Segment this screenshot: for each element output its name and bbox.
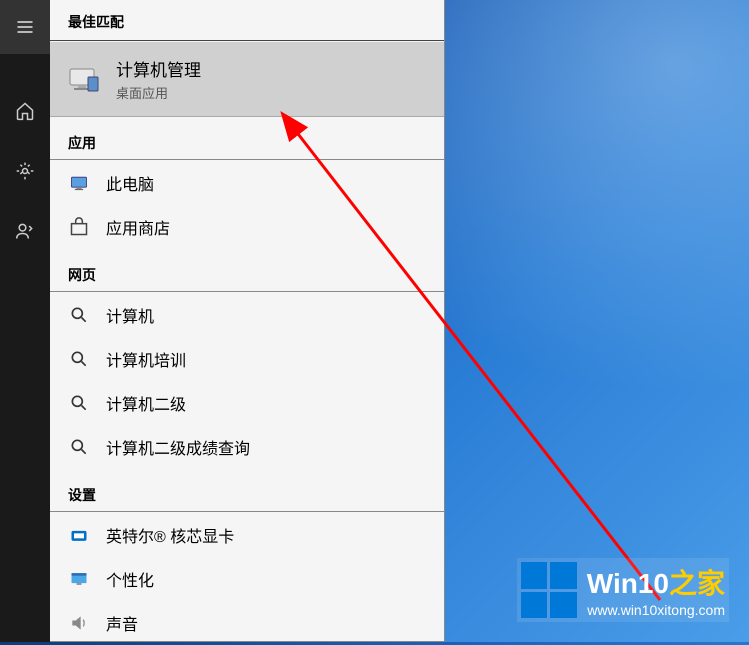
home-icon[interactable] xyxy=(0,84,50,138)
best-match-result[interactable]: 计算机管理 桌面应用 xyxy=(50,42,444,117)
apps-section-header: 应用 xyxy=(50,117,444,160)
hamburger-icon[interactable] xyxy=(0,0,50,54)
personalize-icon xyxy=(68,568,90,590)
app-result-label: 此电脑 xyxy=(106,171,154,195)
settings-section-header: 设置 xyxy=(50,469,444,512)
watermark-url: www.win10xitong.com xyxy=(587,602,725,618)
feedback-icon[interactable] xyxy=(0,204,50,258)
web-result[interactable]: 计算机二级 xyxy=(50,381,444,425)
search-icon xyxy=(68,304,90,326)
search-results-panel: 最佳匹配 计算机管理 桌面应用 应用 此电脑 应用商店 网页 计算机 计算机培训 xyxy=(50,0,445,642)
app-result-label: 应用商店 xyxy=(106,215,170,239)
best-match-section-header: 最佳匹配 xyxy=(50,0,444,41)
web-result-label: 计算机培训 xyxy=(106,347,186,371)
app-result-this-pc[interactable]: 此电脑 xyxy=(50,161,444,205)
watermark: Win10之家 www.win10xitong.com xyxy=(517,558,729,622)
search-icon xyxy=(68,348,90,370)
settings-result-intel[interactable]: 英特尔® 核芯显卡 xyxy=(50,513,444,557)
settings-result-label: 声音 xyxy=(106,611,138,635)
app-result-store[interactable]: 应用商店 xyxy=(50,205,444,249)
gear-icon[interactable] xyxy=(0,144,50,198)
search-sidebar xyxy=(0,0,50,642)
web-result[interactable]: 计算机培训 xyxy=(50,337,444,381)
best-match-subtitle: 桌面应用 xyxy=(116,83,201,102)
settings-result-personalize[interactable]: 个性化 xyxy=(50,557,444,601)
web-section-header: 网页 xyxy=(50,249,444,292)
web-result[interactable]: 计算机二级成绩查询 xyxy=(50,425,444,469)
best-match-title: 计算机管理 xyxy=(116,56,201,81)
computer-management-icon xyxy=(68,63,100,95)
search-icon xyxy=(68,392,90,414)
intel-icon xyxy=(68,524,90,546)
settings-result-label: 个性化 xyxy=(106,567,154,591)
web-result-label: 计算机二级 xyxy=(106,391,186,415)
watermark-title: Win10之家 xyxy=(587,562,725,602)
sound-icon xyxy=(68,612,90,634)
search-icon xyxy=(68,436,90,458)
computer-icon xyxy=(68,172,90,194)
settings-result-sound[interactable]: 声音 xyxy=(50,601,444,645)
windows-logo-icon xyxy=(521,562,577,618)
settings-result-label: 英特尔® 核芯显卡 xyxy=(106,523,234,547)
store-icon xyxy=(68,216,90,238)
web-result-label: 计算机 xyxy=(106,303,154,327)
web-result[interactable]: 计算机 xyxy=(50,293,444,337)
web-result-label: 计算机二级成绩查询 xyxy=(106,435,250,459)
